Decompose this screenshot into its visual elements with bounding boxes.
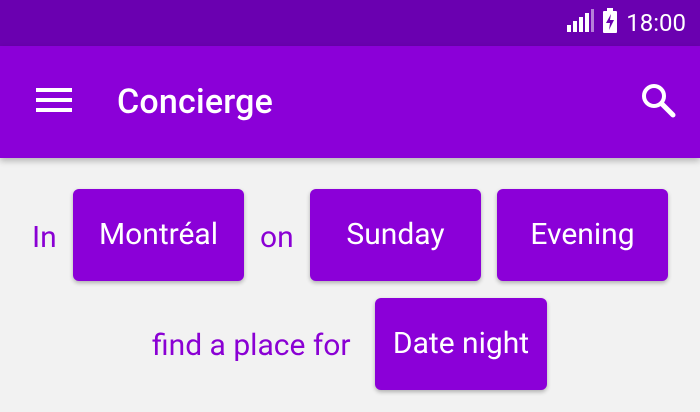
search-icon: [640, 82, 676, 122]
menu-icon: [34, 85, 74, 119]
clock: 18:00: [626, 9, 686, 37]
search-button[interactable]: [632, 76, 684, 128]
city-chip[interactable]: Montréal: [73, 189, 244, 281]
find-label: find a place for: [152, 328, 351, 363]
query-builder: In Montréal on Sunday Evening find a pla…: [0, 158, 700, 412]
app-bar: Concierge: [0, 46, 700, 158]
day-chip[interactable]: Sunday: [310, 189, 481, 281]
app-title: Concierge: [117, 82, 274, 122]
status-icons: 18:00: [566, 0, 686, 46]
occasion-chip[interactable]: Date night: [375, 298, 547, 390]
battery-charging-icon: [602, 8, 618, 38]
in-label: In: [32, 220, 57, 255]
signal-icon: [566, 9, 595, 37]
menu-button[interactable]: [24, 76, 84, 128]
on-label: on: [260, 220, 294, 255]
status-bar: 18:00: [0, 0, 700, 46]
time-of-day-chip[interactable]: Evening: [497, 189, 668, 281]
